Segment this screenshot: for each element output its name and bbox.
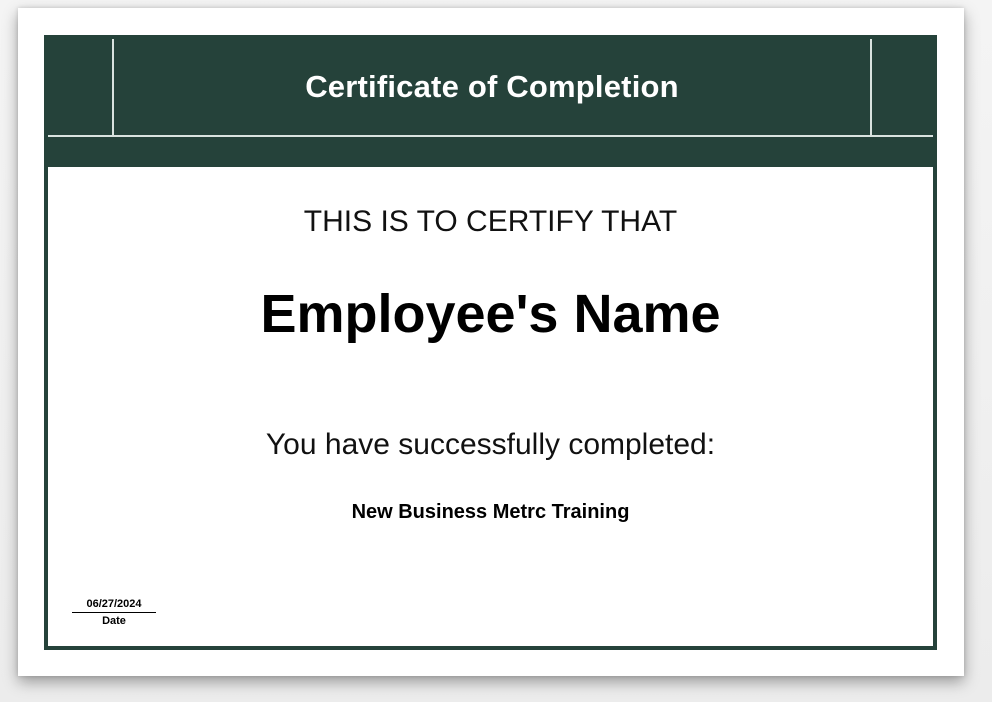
- date-block: 06/27/2024 Date: [72, 597, 156, 628]
- document-viewer: Certificate of Completion THIS IS TO CER…: [0, 0, 992, 702]
- completion-statement: You have successfully completed:: [265, 428, 716, 461]
- certificate-title: Certificate of Completion: [305, 69, 679, 104]
- header-band: Certificate of Completion: [48, 39, 933, 167]
- header-panel: Certificate of Completion: [48, 39, 933, 137]
- certificate-frame: Certificate of Completion THIS IS TO CER…: [44, 35, 937, 650]
- certify-statement: THIS IS TO CERTIFY THAT: [303, 205, 678, 238]
- date-label: Date: [102, 615, 126, 627]
- date-value: 06/27/2024: [72, 597, 156, 613]
- course-name: New Business Metrc Training: [351, 501, 630, 523]
- header-right-rule: [870, 39, 872, 135]
- recipient-name: Employee's Name: [260, 284, 721, 344]
